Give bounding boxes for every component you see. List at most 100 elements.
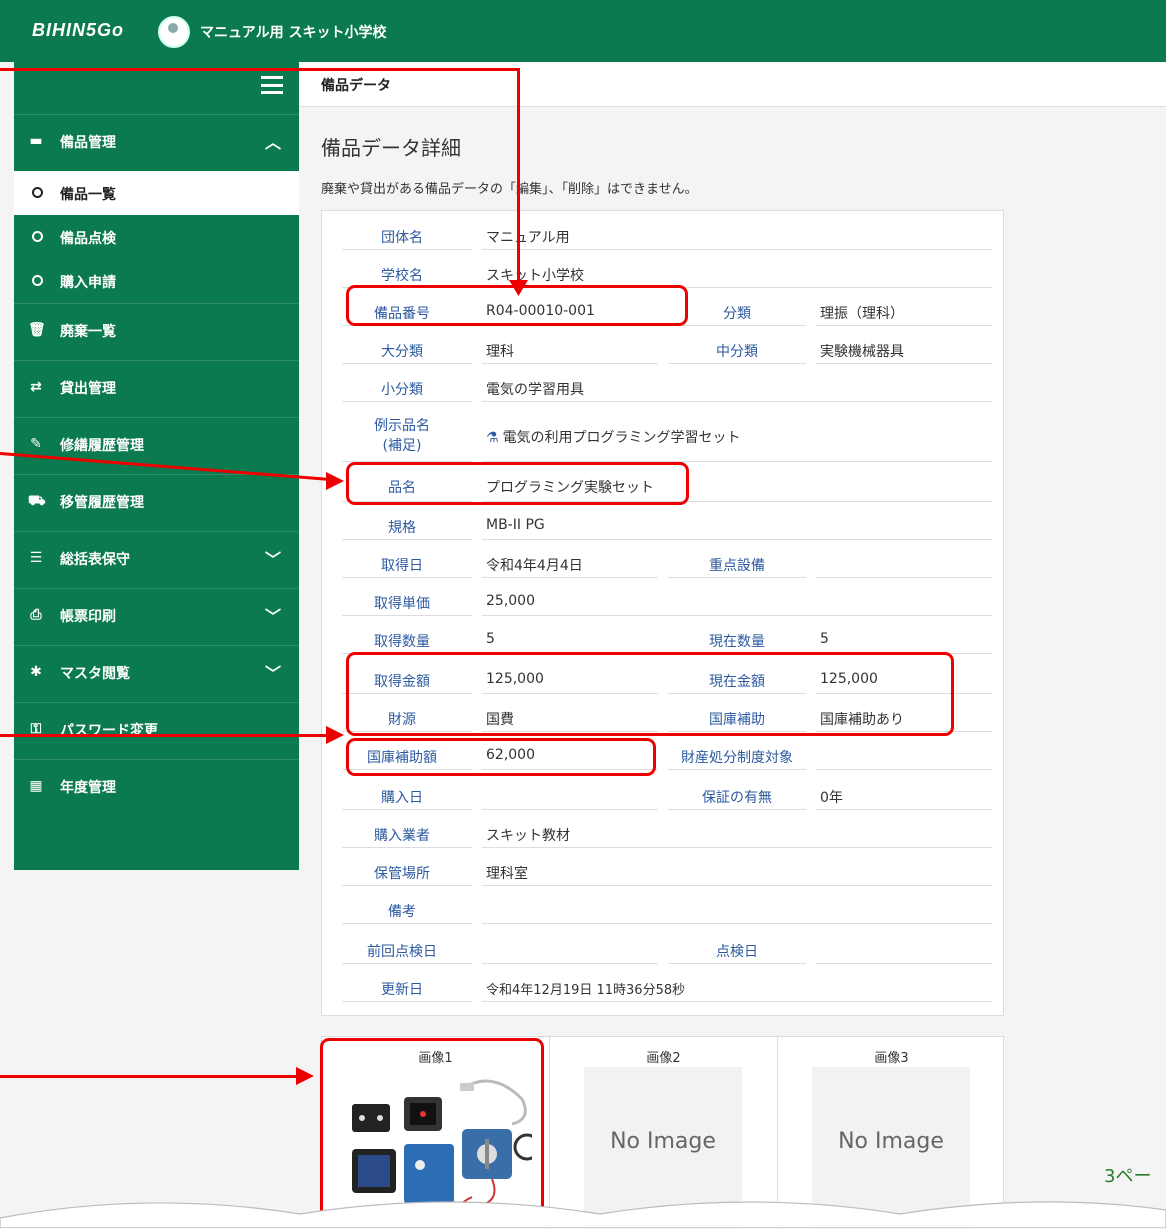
divider xyxy=(482,923,992,924)
divider xyxy=(668,363,806,364)
field-value-acquisition-date: 令和4年4月4日 xyxy=(486,558,583,574)
divider xyxy=(342,963,472,964)
divider xyxy=(342,249,472,250)
sidebar-item-summary-maintenance[interactable]: ☰ 総括表保守 ﹀ xyxy=(14,531,299,588)
sidebar-item-label: 備品管理 xyxy=(60,135,116,151)
divider xyxy=(342,401,472,402)
edit-restriction-note: 廃棄や貸出がある備品データの「編集」、「削除」はできません。 xyxy=(321,182,698,197)
field-value-classification: 理振（理科） xyxy=(820,306,904,322)
sidebar-item-label: マスタ閲覧 xyxy=(60,666,130,682)
brush-icon: ✎ xyxy=(30,436,42,452)
field-value-storage-location: 理科室 xyxy=(486,866,528,882)
highlight-subsidy-amount xyxy=(346,738,656,776)
dolly-icon: ⛟ xyxy=(28,493,46,509)
image-caption-2: 画像2 xyxy=(646,1051,681,1066)
sidebar-item-label: 修繕履歴管理 xyxy=(60,438,144,454)
sidebar-item-password-change[interactable]: ⚿ パスワード変更 xyxy=(14,702,299,759)
gear-icon: ✱ xyxy=(30,664,42,680)
sidebar-subitem-purchase-request[interactable]: 購入申請 xyxy=(14,259,299,303)
calendar-icon: ▦ xyxy=(29,778,43,794)
field-value-mid-category: 実験機械器具 xyxy=(820,344,904,360)
chevron-down-icon: ﹀ xyxy=(264,607,281,626)
divider xyxy=(342,363,472,364)
divider xyxy=(482,539,992,540)
chevron-down-icon: ﹀ xyxy=(264,664,281,683)
field-label-group: 団体名 xyxy=(381,230,423,246)
arrow-head-down-icon xyxy=(509,280,528,296)
app-logo[interactable]: BIHIN5Go xyxy=(32,20,124,41)
sidebar-item-fiscal-year[interactable]: ▦ 年度管理 xyxy=(14,759,299,816)
field-label-classification: 分類 xyxy=(723,306,751,322)
arrow-head-right-icon xyxy=(296,1067,314,1085)
field-label-updated: 更新日 xyxy=(381,982,423,998)
field-value-school: スキット小学校 xyxy=(486,268,584,284)
sidebar-item-label: 総括表保守 xyxy=(60,552,130,568)
sidebar-item-label: 備品点検 xyxy=(60,231,116,247)
page-number: 3ペー xyxy=(1104,1166,1152,1187)
circle-icon xyxy=(32,187,43,198)
field-label-unit-price: 取得単価 xyxy=(374,596,430,612)
sidebar-subitem-asset-inspection[interactable]: 備品点検 xyxy=(14,215,299,259)
field-label-spec: 規格 xyxy=(388,520,416,536)
field-value-unit-price: 25,000 xyxy=(486,593,535,609)
annotation-arrow-line xyxy=(0,68,520,71)
field-value-major-category: 理科 xyxy=(486,344,514,360)
sidebar-item-label: パスワード変更 xyxy=(60,723,158,739)
divider xyxy=(816,963,992,964)
field-value-example-name: ⚗ 電気の利用プログラミング学習セット xyxy=(486,427,741,447)
flask-icon: ⚗ xyxy=(486,430,499,446)
divider xyxy=(668,809,806,810)
divider xyxy=(668,325,806,326)
field-label-vendor: 購入業者 xyxy=(374,828,430,844)
sidebar-item-label: 帳票印刷 xyxy=(60,609,116,625)
sidebar-item-asset-management[interactable]: ▬ 備品管理 ︿ xyxy=(14,114,299,171)
field-label-remarks: 備考 xyxy=(388,904,416,920)
breadcrumb-current: 備品データ xyxy=(321,78,391,94)
highlight-item-name xyxy=(346,462,689,505)
image-caption-3: 画像3 xyxy=(874,1051,909,1066)
divider xyxy=(482,249,992,250)
field-label-school: 学校名 xyxy=(381,268,423,284)
divider xyxy=(482,577,658,578)
sidebar-item-label: 移管履歴管理 xyxy=(60,495,144,511)
field-label-major-category: 大分類 xyxy=(381,344,423,360)
divider xyxy=(668,769,806,770)
field-value-updated: 令和4年12月19日 11時36分58秒 xyxy=(486,983,686,998)
annotation-arrow-line xyxy=(517,68,520,286)
sidebar-item-lending[interactable]: ⇄ 貸出管理 xyxy=(14,360,299,417)
arrow-head-right-icon xyxy=(326,472,344,490)
trash-icon: 🗑 xyxy=(28,322,46,338)
field-label-example-supplement: (補足) xyxy=(382,438,422,454)
field-label-acquisition-date: 取得日 xyxy=(381,558,423,574)
divider xyxy=(668,577,806,578)
divider xyxy=(482,1001,992,1002)
divider xyxy=(816,363,992,364)
divider xyxy=(482,615,992,616)
sidebar-item-label: 年度管理 xyxy=(60,780,116,796)
divider xyxy=(816,769,992,770)
highlight-amounts xyxy=(346,652,954,736)
archive-icon: ▬ xyxy=(29,133,43,149)
sidebar-item-transfer-history[interactable]: ⛟ 移管履歴管理 xyxy=(14,474,299,531)
menu-toggle-icon[interactable] xyxy=(261,76,283,94)
field-label-purchase-date: 購入日 xyxy=(381,790,423,806)
sidebar-subitem-asset-list[interactable]: 備品一覧 xyxy=(14,171,299,215)
sidebar-item-master-view[interactable]: ✱ マスタ閲覧 ﹀ xyxy=(14,645,299,702)
divider xyxy=(342,923,472,924)
divider xyxy=(482,963,658,964)
divider xyxy=(816,577,992,578)
annotation-arrow-line xyxy=(0,1075,300,1078)
sidebar-item-print-forms[interactable]: ⎙ 帳票印刷 ﹀ xyxy=(14,588,299,645)
page-title: 備品データ詳細 xyxy=(321,136,461,160)
divider xyxy=(482,809,658,810)
circle-icon xyxy=(32,275,43,286)
highlight-image-1 xyxy=(320,1038,544,1220)
field-label-key-equipment: 重点設備 xyxy=(709,558,765,574)
divider xyxy=(816,809,992,810)
field-value-warranty: 0年 xyxy=(820,790,843,806)
field-label-last-inspection: 前回点検日 xyxy=(367,944,437,960)
sidebar-item-label: 貸出管理 xyxy=(60,381,116,397)
sidebar-item-disposal-list[interactable]: 🗑 廃棄一覧 xyxy=(14,303,299,360)
field-value-current-quantity: 5 xyxy=(820,631,829,647)
divider xyxy=(668,963,806,964)
